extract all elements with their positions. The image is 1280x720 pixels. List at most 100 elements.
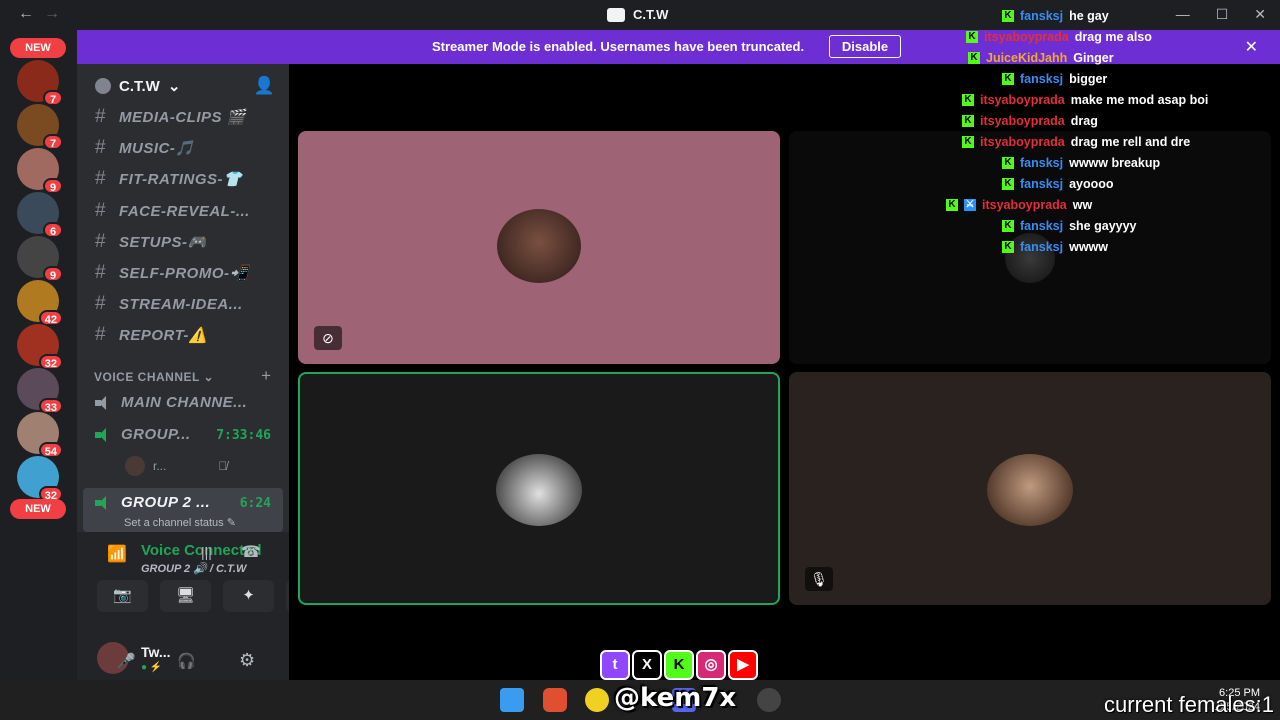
window-title-text: C.T.W (633, 7, 669, 22)
server-icon[interactable]: 7 (17, 104, 63, 150)
speaker-icon (95, 495, 111, 510)
chat-text: bigger (1069, 72, 1108, 86)
mute-icon[interactable]: 🎤 (117, 652, 136, 670)
user-panel: Tw... ● ⚡ 🎤 🎧 ⚙ (77, 630, 289, 680)
voice-member-row[interactable]: r... 🎙̸ (125, 456, 227, 476)
youtube-icon: ▶ (728, 650, 758, 680)
maximize-icon[interactable]: ☐ (1216, 6, 1229, 23)
brave-browser-icon[interactable] (543, 688, 567, 712)
back-arrow-icon[interactable]: ← (18, 5, 34, 23)
avatar (496, 454, 582, 526)
chat-message: Kfansksj bigger (1002, 69, 1107, 89)
kick-badge-icon: K (946, 199, 958, 211)
chat-message: Kfansksj wwww (1002, 237, 1108, 257)
screen: ← → C.T.W — ☐ ✕ Streamer Mode is enabled… (0, 0, 1280, 720)
server-header[interactable]: C.T.W ⌄ (95, 77, 180, 95)
chat-text: make me mod asap boi (1070, 93, 1209, 107)
forward-arrow-icon[interactable]: → (44, 5, 60, 23)
channel-report[interactable]: # REPORT-⚠️ (95, 322, 208, 348)
new-badge-top[interactable]: NEW (10, 38, 66, 58)
chat-username: itsyaboyprada (980, 93, 1065, 107)
server-gear-icon (95, 78, 111, 94)
server-icon[interactable]: 42 (17, 280, 63, 326)
hash-icon: # (95, 106, 107, 127)
channel-setups[interactable]: # SETUPS-🎮 (95, 229, 207, 255)
deafen-icon[interactable]: 🎧 (177, 652, 196, 670)
chat-text: wwww breakup (1069, 156, 1161, 170)
voice-channel-label: GROUP... (121, 426, 191, 443)
chat-message: Kitsyaboyprada drag (962, 111, 1098, 131)
hash-icon: # (95, 168, 107, 189)
server-icon[interactable]: 9 (17, 236, 63, 282)
chat-message: Kitsyaboyprada make me mod asap boi (962, 90, 1208, 110)
participant-tile-1[interactable]: ⊘ (298, 131, 780, 364)
server-icon[interactable]: 33 (17, 368, 63, 414)
user-status: ● ⚡ (141, 662, 163, 673)
activities-button[interactable]: ✦ (223, 580, 274, 612)
chat-username: fansksj (1020, 177, 1064, 191)
new-badge-bottom[interactable]: NEW (10, 499, 66, 519)
voice-category-header[interactable]: VOICE CHANNEL ⌄ (94, 370, 214, 384)
chat-text: drag me rell and dre (1070, 135, 1191, 149)
kick-badge-icon: K (962, 115, 974, 127)
add-channel-icon[interactable]: + (261, 366, 271, 386)
discord-logo-icon (607, 7, 625, 22)
chat-text: drag (1070, 114, 1098, 128)
screen-share-button[interactable]: 🖥 (160, 580, 211, 612)
chat-username: fansksj (1020, 219, 1064, 233)
server-icon[interactable]: 32 (17, 324, 63, 370)
minimize-icon[interactable]: — (1176, 6, 1190, 23)
channel-label: FIT-RATINGS-👕 (119, 171, 243, 188)
voice-channel-group[interactable]: GROUP... (95, 426, 191, 443)
channel-media-clips[interactable]: # MEDIA-CLIPS 🎬 (95, 104, 246, 130)
voice-channel-group-2[interactable]: GROUP 2 ... (95, 494, 210, 511)
females-counter: current females:1 (1104, 692, 1274, 717)
camera-off-icon: ⊘ (314, 326, 342, 350)
close-window-icon[interactable]: ✕ (1254, 6, 1266, 23)
avatar (987, 454, 1073, 526)
settings-gear-icon[interactable]: ⚙ (239, 650, 255, 671)
voice-channel-main[interactable]: MAIN CHANNE... (95, 394, 247, 411)
camera-off-button[interactable]: 📷 (97, 580, 148, 612)
disconnect-icon[interactable]: ☎ (241, 542, 261, 562)
app-icon[interactable] (585, 688, 609, 712)
app-icon-2[interactable] (757, 688, 781, 712)
hash-icon: # (95, 231, 107, 252)
chat-username: JuiceKidJahh (986, 51, 1068, 65)
chat-message: Kitsyaboyprada drag me rell and dre (962, 132, 1190, 152)
server-name: C.T.W (119, 77, 160, 95)
user-name[interactable]: Tw... (141, 644, 171, 660)
chat-message: Kitsyaboyprada drag me also (966, 27, 1152, 47)
server-icon[interactable]: 54 (17, 412, 63, 458)
kick-badge-icon: K (966, 31, 978, 43)
disable-button[interactable]: Disable (829, 35, 901, 58)
channel-status-prompt[interactable]: Set a channel status ✎ (124, 516, 236, 529)
participant-tile-4[interactable]: 🎙 (789, 372, 1271, 605)
kick-badge-icon: K (1002, 10, 1014, 22)
channel-label: MEDIA-CLIPS 🎬 (119, 109, 246, 126)
channel-fit-ratings[interactable]: # FIT-RATINGS-👕 (95, 166, 242, 192)
server-icon[interactable]: 32 (17, 456, 63, 502)
server-icon[interactable]: 6 (17, 192, 63, 238)
channel-face-reveal[interactable]: # FACE-REVEAL-... (95, 198, 250, 224)
add-user-icon[interactable]: 👤 (254, 76, 275, 96)
participant-tile-3-speaking[interactable] (298, 372, 780, 605)
chat-text: wwww (1069, 240, 1108, 254)
server-icon[interactable]: 7 (17, 60, 63, 106)
windows-start-icon[interactable] (500, 688, 524, 712)
channel-music[interactable]: # MUSIC-🎵 (95, 135, 195, 161)
chat-username: itsyaboyprada (980, 114, 1065, 128)
close-banner-icon[interactable]: ✕ (1245, 37, 1258, 57)
chat-username: itsyaboyprada (984, 30, 1069, 44)
server-icon[interactable]: 9 (17, 148, 63, 194)
chat-message: K JuiceKidJahh Ginger (968, 48, 1114, 68)
speaker-icon (95, 395, 111, 410)
signal-icon[interactable]: 📶 (107, 544, 127, 564)
window-title: C.T.W (607, 7, 668, 22)
channel-stream-ideas[interactable]: # STREAM-IDEA... (95, 291, 243, 317)
channel-self-promo[interactable]: # SELF-PROMO-📲 (95, 260, 249, 286)
voice-connected-subtitle[interactable]: GROUP 2 🔊 / C.T.W (141, 562, 246, 575)
hash-icon: # (95, 262, 107, 283)
window-controls: — ☐ ✕ (1176, 6, 1266, 23)
noise-suppression-icon[interactable]: ||| (201, 544, 212, 560)
